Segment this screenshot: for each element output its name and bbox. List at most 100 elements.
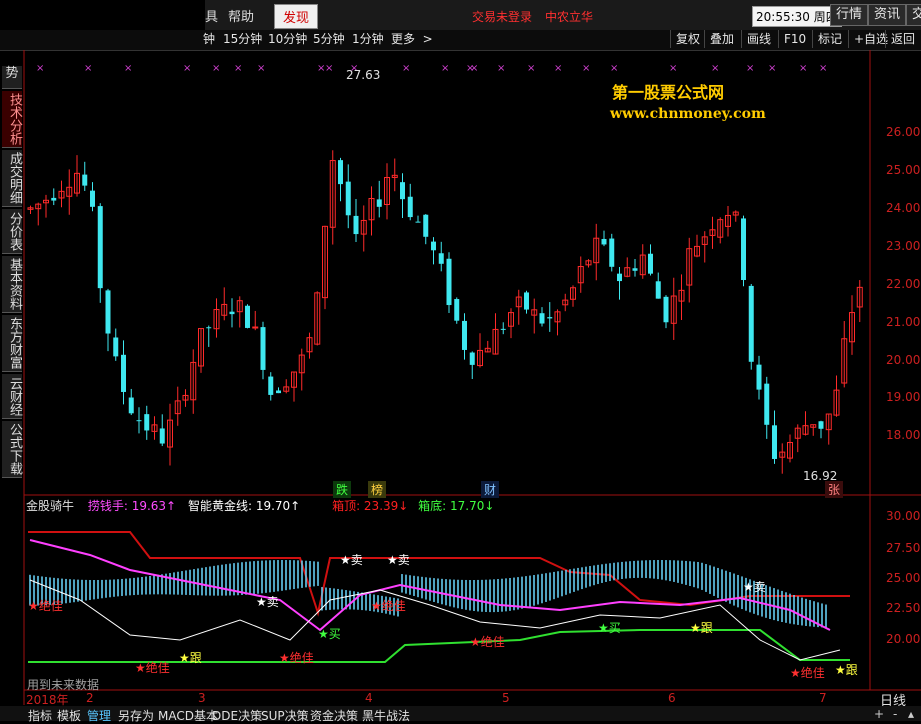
signal-label: ★买 bbox=[318, 627, 341, 641]
candle-body bbox=[764, 383, 770, 425]
event-marker: × bbox=[234, 63, 242, 74]
signal-label: ★卖 bbox=[743, 580, 766, 594]
event-marker: × bbox=[212, 63, 220, 74]
signal-label: ★卖 bbox=[340, 553, 363, 567]
kline-chart-canvas[interactable]: × × × × × × × × × × × × ×× × × × × × × × × × × × bbox=[0, 0, 921, 721]
price-tick: 26.00 bbox=[886, 125, 921, 139]
signal-label: ★绝佳 bbox=[28, 599, 63, 613]
candle-body bbox=[121, 354, 126, 392]
date-month: 7 bbox=[819, 691, 827, 705]
tab-dde[interactable]: DDE决策 bbox=[212, 707, 262, 724]
signal-label: ★卖 bbox=[256, 595, 279, 609]
indicator-item-value: 19.70↑ bbox=[255, 499, 301, 513]
candle-body bbox=[423, 214, 429, 237]
tag-bang[interactable]: 榜 bbox=[368, 481, 387, 498]
event-marker: × bbox=[527, 63, 535, 74]
box-bottom-line bbox=[28, 629, 850, 663]
indicator-item: 箱顶: 23.39↓ bbox=[332, 499, 408, 513]
tag-cai[interactable]: 财 bbox=[481, 481, 500, 498]
candle-body bbox=[90, 190, 95, 207]
candle-body bbox=[547, 317, 553, 319]
indicator-tick: 27.50 bbox=[886, 541, 921, 555]
event-marker: × bbox=[554, 63, 562, 74]
date-month: 3 bbox=[198, 691, 206, 705]
event-marker: × bbox=[124, 63, 132, 74]
indicator-tick: 25.00 bbox=[886, 571, 921, 585]
candle-body bbox=[268, 376, 274, 395]
tag-zhang[interactable]: 张 bbox=[825, 481, 844, 498]
indicator-tick: 22.50 bbox=[886, 601, 921, 615]
candle-body bbox=[655, 281, 661, 299]
candle-body bbox=[632, 268, 638, 271]
event-markers: × × × × × × × × × × × × ×× × × × × × × × × × × × bbox=[36, 63, 827, 74]
date-month: 6 bbox=[668, 691, 676, 705]
signal-label: ★绝佳 bbox=[470, 635, 505, 649]
zoom-in-icon[interactable]: + bbox=[874, 707, 884, 721]
candle-body bbox=[500, 328, 506, 330]
tab-capital[interactable]: 资金决策 bbox=[310, 707, 358, 724]
zoom-out-icon[interactable]: - bbox=[893, 707, 897, 721]
candle-body bbox=[245, 305, 250, 328]
candle-body bbox=[276, 390, 281, 394]
candle-body bbox=[469, 352, 475, 365]
tab-indicator[interactable]: 指标 bbox=[28, 707, 52, 724]
indicator-item-label: 捞钱手: bbox=[87, 499, 132, 513]
event-marker: × bbox=[610, 63, 618, 74]
price-tick: 24.00 bbox=[886, 201, 921, 215]
candle-body bbox=[400, 182, 405, 200]
candle-body bbox=[376, 199, 382, 207]
candle-body bbox=[144, 414, 150, 431]
indicator-item-label: 箱底: bbox=[418, 499, 451, 513]
event-marker: × bbox=[183, 63, 191, 74]
price-tick: 23.00 bbox=[886, 239, 921, 253]
event-marker: × bbox=[325, 63, 333, 74]
tab-blackbull[interactable]: 黑牛战法 bbox=[362, 707, 410, 724]
signal-label: ★绝佳 bbox=[790, 666, 825, 680]
candle-body bbox=[756, 364, 762, 390]
event-marker: × bbox=[470, 63, 478, 74]
tab-template[interactable]: 模板 bbox=[57, 707, 81, 724]
candle-body bbox=[609, 238, 615, 267]
candle-body bbox=[524, 292, 529, 310]
tag-die[interactable]: 跌 bbox=[333, 481, 352, 498]
tab-sup[interactable]: SUP决策 bbox=[261, 707, 309, 724]
indicator-name[interactable]: 金股骑牛 bbox=[26, 499, 74, 513]
candle-body bbox=[128, 397, 134, 414]
tab-manage[interactable]: 管理 bbox=[87, 707, 111, 724]
candle-body bbox=[51, 197, 57, 201]
tab-save-as[interactable]: 另存为 bbox=[118, 707, 154, 724]
candle-body bbox=[82, 174, 88, 186]
signal-label: ★买 bbox=[598, 621, 621, 635]
candle-body bbox=[206, 327, 212, 329]
candle-body bbox=[407, 196, 413, 218]
signal-label: ★绝佳 bbox=[279, 651, 314, 665]
price-tick: 22.00 bbox=[886, 277, 921, 291]
signal-label: ★跟 bbox=[835, 663, 858, 677]
event-marker: × bbox=[441, 63, 449, 74]
event-marker: × bbox=[402, 63, 410, 74]
candle-body bbox=[260, 327, 266, 370]
watermark-url: www.chnmoney.com bbox=[610, 106, 766, 122]
candle-body bbox=[648, 253, 653, 274]
indicator-chart bbox=[28, 531, 850, 663]
event-marker: × bbox=[799, 63, 807, 74]
price-tick: 21.00 bbox=[886, 315, 921, 329]
candle-body bbox=[252, 326, 259, 329]
event-marker: × bbox=[819, 63, 827, 74]
tab-macd[interactable]: MACD基本 bbox=[158, 707, 218, 724]
candle-body bbox=[454, 299, 460, 321]
price-tick: 25.00 bbox=[886, 163, 921, 177]
candle-body bbox=[539, 313, 545, 324]
candle-body bbox=[113, 337, 119, 357]
expand-icon[interactable]: ▴ bbox=[908, 707, 914, 721]
candle-body bbox=[438, 253, 444, 264]
candle-body bbox=[772, 425, 777, 459]
date-month: 4 bbox=[365, 691, 373, 705]
candle-body bbox=[136, 420, 142, 422]
date-month: 2 bbox=[86, 691, 94, 705]
signal-label: ★绝佳 bbox=[135, 661, 170, 675]
event-marker: × bbox=[746, 63, 754, 74]
date-month: 5 bbox=[502, 691, 510, 705]
candle-body bbox=[159, 428, 165, 444]
indicator-item-value: 17.70↓ bbox=[450, 499, 495, 513]
